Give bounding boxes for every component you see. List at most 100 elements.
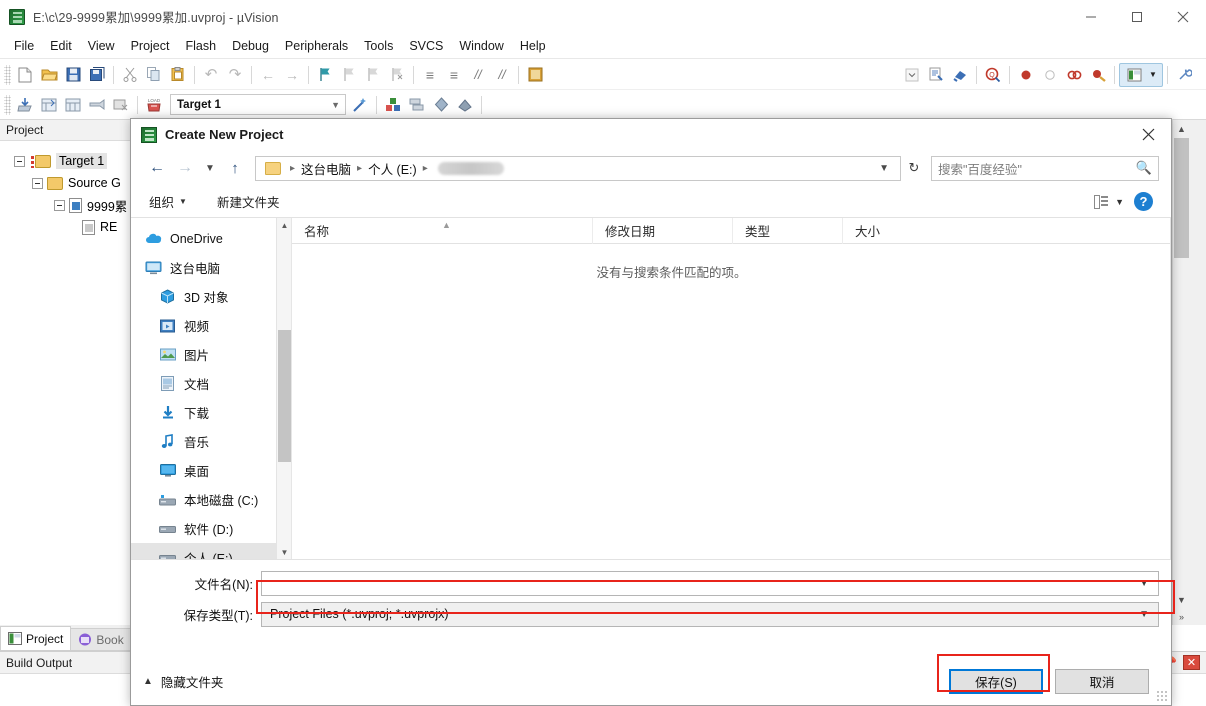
menu-tools[interactable]: Tools [356, 35, 401, 57]
minimize-icon[interactable] [1068, 0, 1114, 33]
close-icon[interactable]: ✕ [1183, 655, 1200, 670]
chevron-down-icon[interactable]: ▼ [1134, 609, 1154, 620]
view-layout-button[interactable]: ▼ [1094, 194, 1124, 209]
column-header-type[interactable]: 类型 [732, 217, 842, 244]
scroll-up-icon[interactable]: ▲ [1173, 120, 1190, 137]
batch-build-icon[interactable] [86, 94, 108, 116]
menu-flash[interactable]: Flash [177, 35, 224, 57]
new-folder-button[interactable]: 新建文件夹 [211, 189, 286, 214]
breadcrumb[interactable]: ▸ 这台电脑 ▸ 个人 (E:) ▸ ▼ [255, 155, 901, 181]
filetype-select[interactable]: Project Files (*.uvproj; *.uvprojx) ▼ [261, 601, 1159, 627]
forward-arrow-icon[interactable]: → [171, 154, 199, 182]
chevron-down-icon[interactable]: ▼ [331, 100, 343, 110]
translate-icon[interactable] [14, 94, 36, 116]
cut-icon[interactable] [119, 64, 141, 86]
packs-icon[interactable] [454, 94, 476, 116]
nav-item-3d-objects[interactable]: 3D 对象 [131, 282, 291, 311]
cancel-button[interactable]: 取消 [1055, 668, 1149, 694]
bookmark-prev-icon[interactable] [338, 64, 360, 86]
stop-build-icon[interactable] [110, 94, 132, 116]
configure-tools-icon[interactable] [1173, 64, 1195, 86]
nav-item-drive-e[interactable]: 个人 (E:) [131, 543, 291, 559]
rebuild-icon[interactable] [62, 94, 84, 116]
breadcrumb-segment-this-pc[interactable]: 这台电脑 [301, 159, 351, 178]
menu-help[interactable]: Help [512, 35, 554, 57]
target-options-icon[interactable] [925, 64, 947, 86]
save-icon[interactable] [62, 64, 84, 86]
nav-item-documents[interactable]: 文档 [131, 369, 291, 398]
menu-edit[interactable]: Edit [42, 35, 80, 57]
target-options-wand-icon[interactable] [349, 94, 371, 116]
indent-icon[interactable]: ≡ [419, 64, 441, 86]
tab-books[interactable]: Book [70, 628, 132, 650]
debug-settings-icon[interactable] [949, 64, 971, 86]
navigate-forward-icon[interactable]: → [281, 64, 303, 86]
nav-item-desktop[interactable]: 桌面 [131, 456, 291, 485]
nav-item-local-disk-c[interactable]: 本地磁盘 (C:) [131, 485, 291, 514]
nav-item-videos[interactable]: 视频 [131, 311, 291, 340]
breadcrumb-segment-drive[interactable]: 个人 (E:) [368, 159, 417, 178]
chevron-down-icon[interactable]: ▼ [1134, 578, 1154, 589]
redo-icon[interactable]: ↷ [224, 64, 246, 86]
menu-view[interactable]: View [80, 35, 123, 57]
find-in-files-icon[interactable]: Q [982, 64, 1004, 86]
comment-icon[interactable]: // [467, 64, 489, 86]
menu-file[interactable]: File [6, 35, 42, 57]
build-icon[interactable] [38, 94, 60, 116]
nav-item-onedrive[interactable]: OneDrive [131, 224, 291, 253]
bookmark-next-icon[interactable] [362, 64, 384, 86]
tree-expander[interactable] [14, 155, 25, 167]
organize-button[interactable]: 组织 ▼ [143, 189, 193, 214]
scroll-thumb[interactable] [1174, 138, 1189, 258]
save-all-icon[interactable] [86, 64, 108, 86]
filename-input[interactable]: ▼ [261, 570, 1159, 596]
undo-icon[interactable]: ↶ [200, 64, 222, 86]
scroll-thumb[interactable] [278, 330, 291, 462]
nav-item-downloads[interactable]: 下载 [131, 398, 291, 427]
manage-run-time-icon[interactable] [406, 94, 428, 116]
open-file-icon[interactable] [38, 64, 60, 86]
menu-project[interactable]: Project [123, 35, 178, 57]
configure-icon[interactable] [524, 64, 546, 86]
manage-project-items-icon[interactable] [382, 94, 404, 116]
bookmark-toggle-icon[interactable] [314, 64, 336, 86]
maximize-icon[interactable] [1114, 0, 1160, 33]
chevron-down-icon[interactable]: ▼ [1115, 197, 1124, 207]
menu-peripherals[interactable]: Peripherals [277, 35, 356, 57]
refresh-icon[interactable]: ↻ [901, 160, 927, 176]
nav-item-pictures[interactable]: 图片 [131, 340, 291, 369]
tab-project[interactable]: Project [0, 626, 72, 650]
paste-icon[interactable] [167, 64, 189, 86]
chevron-down-icon[interactable]: ▼ [277, 545, 291, 559]
breakpoint-disable-all-icon[interactable] [1087, 64, 1109, 86]
breakpoint-kill-all-icon[interactable] [1063, 64, 1085, 86]
dropdown-icon[interactable] [901, 64, 923, 86]
nav-item-drive-d[interactable]: 软件 (D:) [131, 514, 291, 543]
menu-svcs[interactable]: SVCS [401, 35, 451, 57]
chevron-down-icon[interactable]: ▼ [872, 163, 896, 174]
close-icon[interactable] [1160, 0, 1206, 33]
column-header-size[interactable]: 大小 [842, 217, 942, 244]
breakpoint-disable-icon[interactable] [1039, 64, 1061, 86]
download-icon[interactable]: LOAD [143, 94, 165, 116]
help-icon[interactable]: ? [1134, 192, 1153, 211]
menu-window[interactable]: Window [451, 35, 511, 57]
target-selector[interactable]: Target 1 ▼ [170, 94, 346, 115]
filename-text[interactable] [266, 575, 1135, 591]
tree-expander[interactable] [32, 177, 43, 189]
window-manager-group[interactable]: ▼ [1119, 62, 1163, 87]
scroll-down-icon[interactable]: ▼ [1173, 591, 1190, 608]
search-input[interactable]: 搜索"百度经验" 🔍 [931, 155, 1159, 181]
outdent-icon[interactable]: ≡ [443, 64, 465, 86]
nav-item-music[interactable]: 音乐 [131, 427, 291, 456]
navigate-back-icon[interactable]: ← [257, 64, 279, 86]
hide-folders-toggle[interactable]: ▲ 隐藏文件夹 [143, 672, 223, 691]
column-header-date[interactable]: 修改日期 [592, 217, 732, 244]
new-file-icon[interactable] [14, 64, 36, 86]
back-arrow-icon[interactable]: ← [143, 154, 171, 182]
toolbar-grip[interactable] [4, 94, 11, 115]
chevron-up-icon[interactable]: ▲ [277, 218, 291, 233]
save-button[interactable]: 保存(S) [949, 668, 1043, 694]
copy-icon[interactable] [143, 64, 165, 86]
multi-project-icon[interactable] [430, 94, 452, 116]
